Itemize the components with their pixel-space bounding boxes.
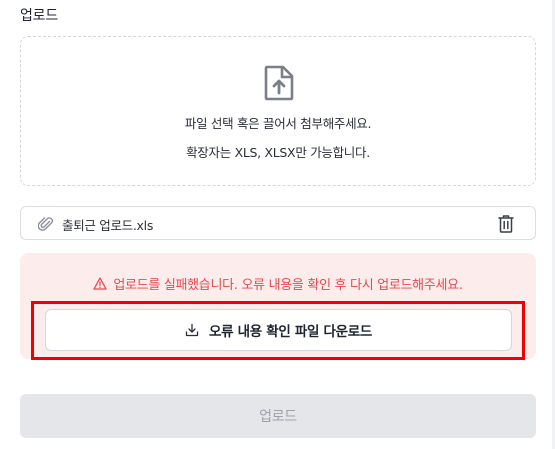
error-message-row: 업로드를 실패했습니다. 오류 내용을 확인 후 다시 업로드해주세요. bbox=[20, 274, 536, 293]
dropzone-extension-hint: 확장자는 XLS, XLSX만 가능합니다. bbox=[186, 145, 370, 160]
upload-button[interactable]: 업로드 bbox=[20, 394, 536, 438]
download-error-file-button[interactable]: 오류 내용 확인 파일 다운로드 bbox=[45, 309, 512, 351]
section-title: 업로드 bbox=[20, 8, 59, 24]
upload-button-label: 업로드 bbox=[259, 409, 297, 425]
download-button-label: 오류 내용 확인 파일 다운로드 bbox=[208, 324, 373, 340]
download-icon bbox=[185, 323, 199, 337]
dropzone-instruction: 파일 선택 혹은 끌어서 첨부해주세요. bbox=[184, 116, 372, 131]
paperclip-icon bbox=[38, 217, 53, 231]
file-upload-icon bbox=[264, 65, 294, 101]
attached-file-name: 출퇴근 업로드.xls bbox=[62, 218, 154, 233]
file-dropzone[interactable]: 파일 선택 혹은 끌어서 첨부해주세요. 확장자는 XLS, XLSX만 가능합… bbox=[20, 36, 536, 186]
trash-icon[interactable] bbox=[497, 214, 515, 233]
warning-triangle-icon bbox=[93, 277, 107, 290]
attached-file-row: 출퇴근 업로드.xls bbox=[20, 206, 536, 240]
error-message: 업로드를 실패했습니다. 오류 내용을 확인 후 다시 업로드해주세요. bbox=[113, 278, 463, 293]
